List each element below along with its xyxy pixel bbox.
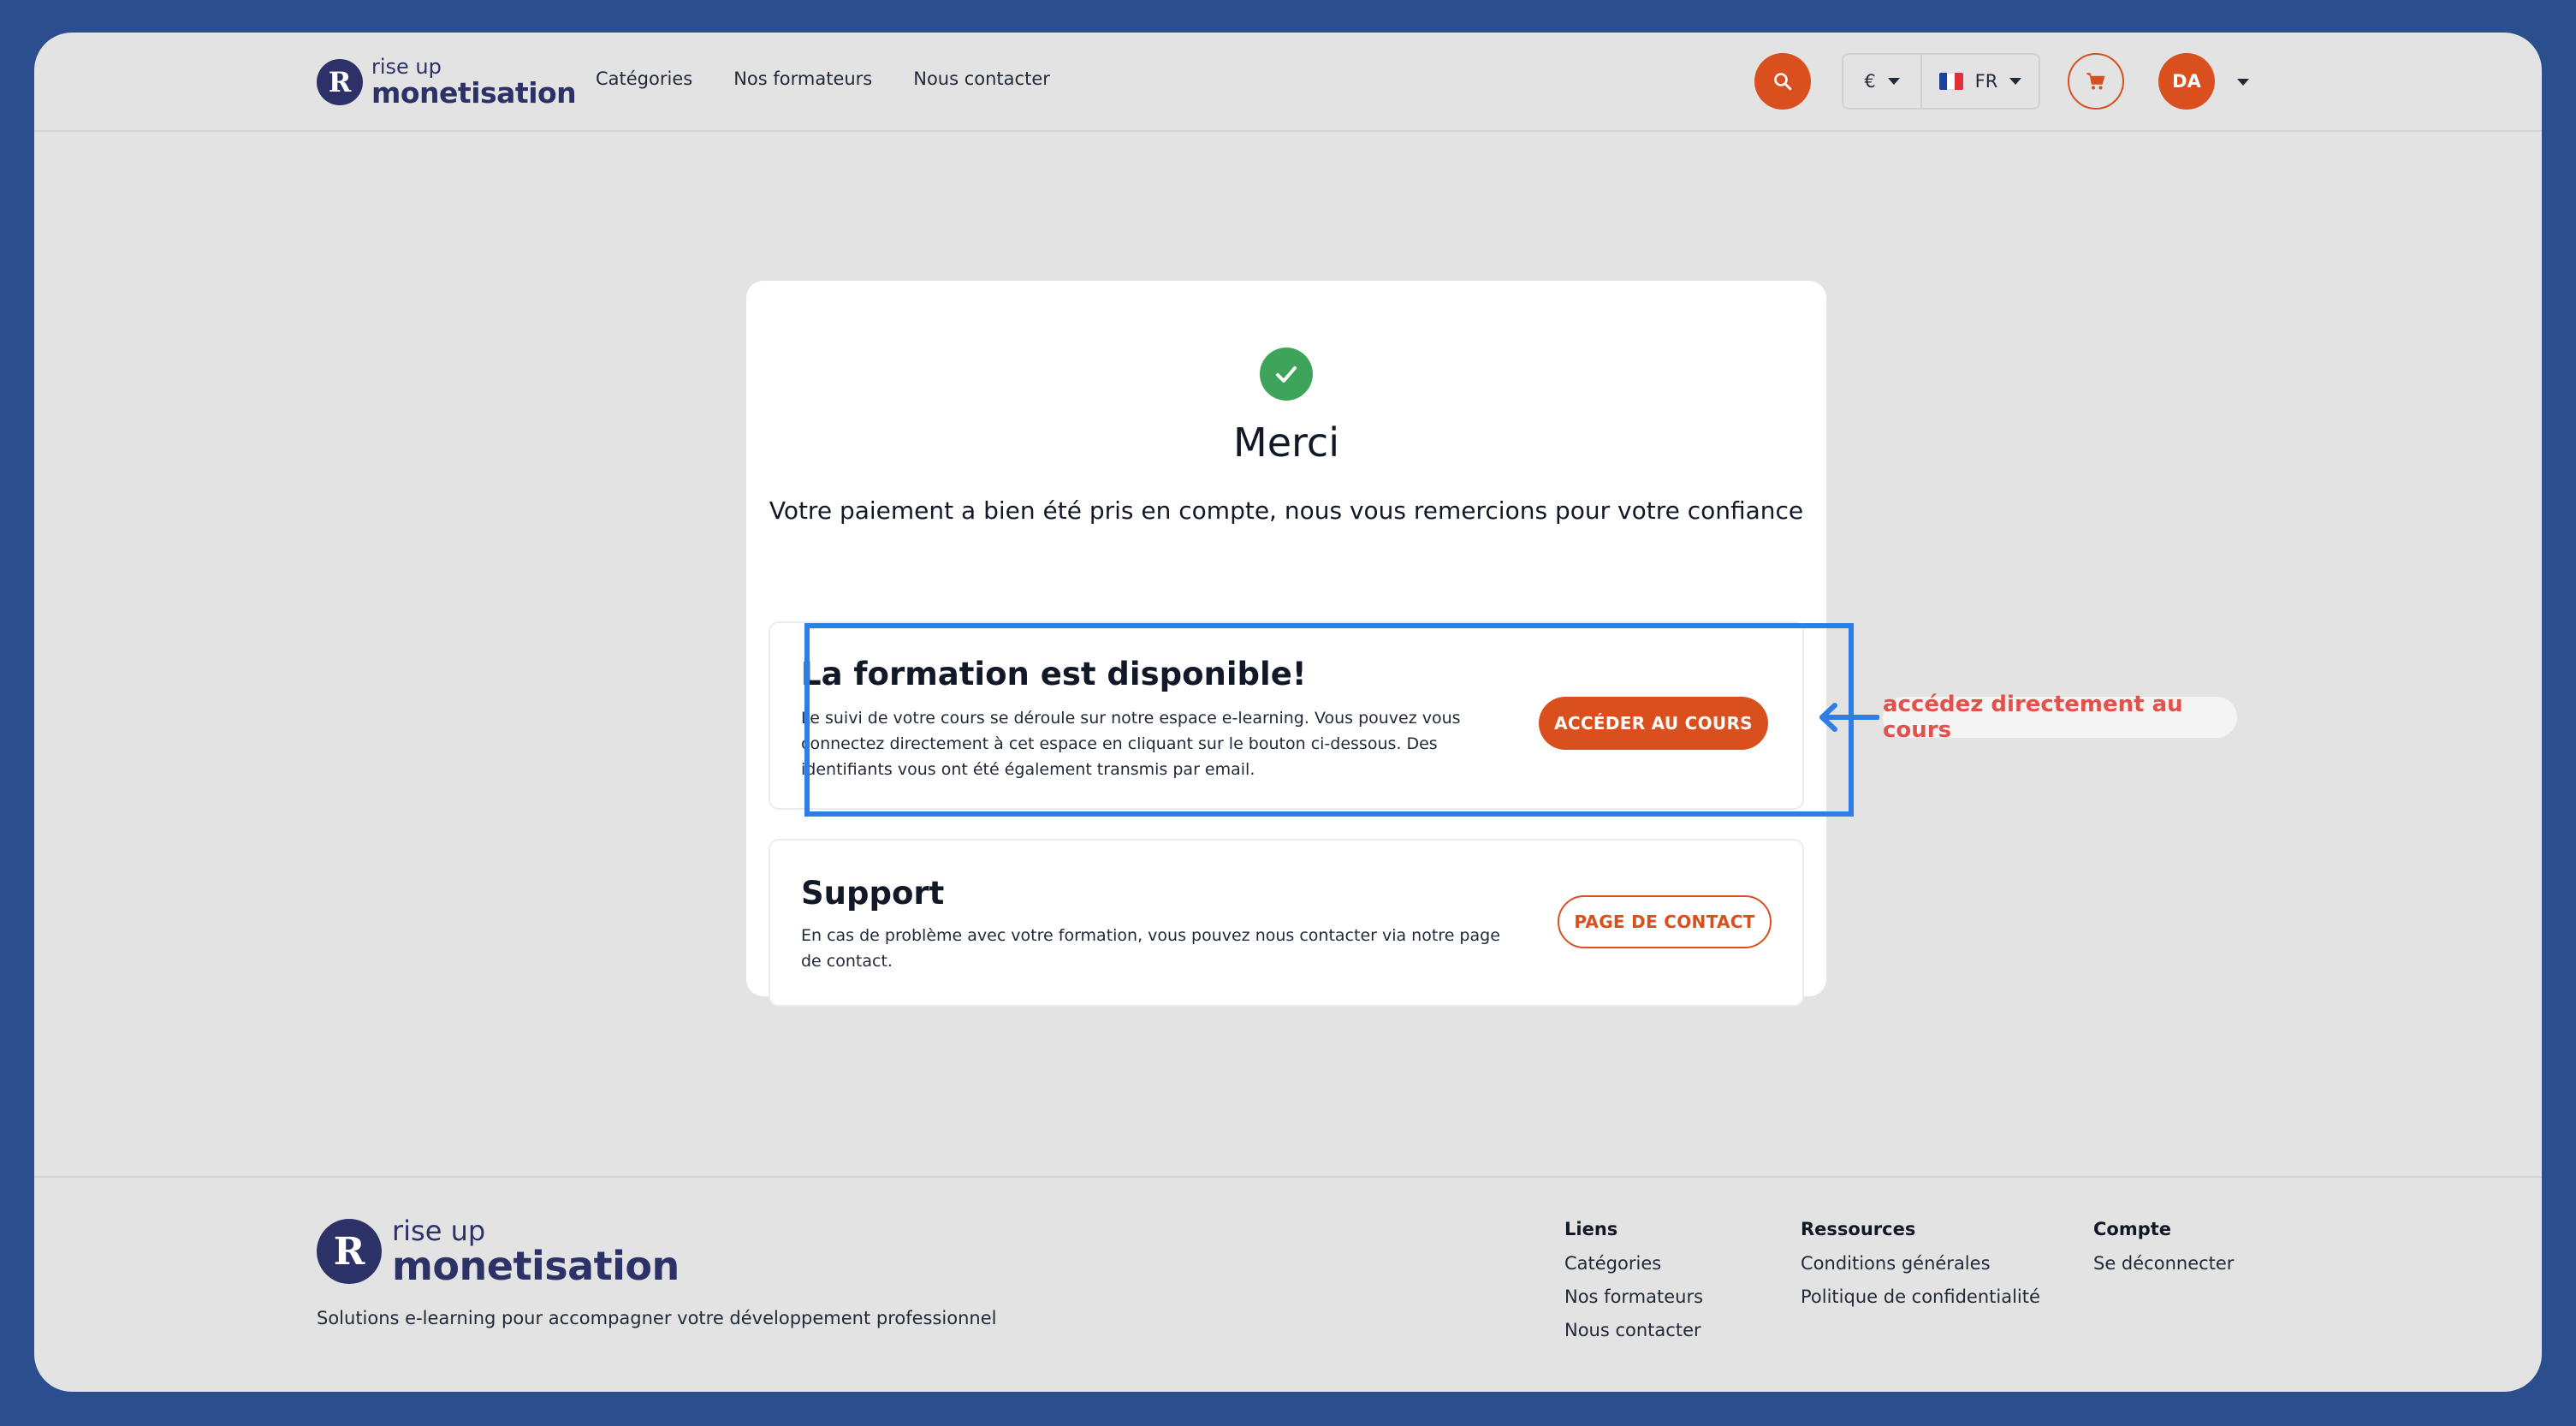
footer-logo[interactable]: R rise up monetisation xyxy=(317,1217,680,1286)
highlight-box xyxy=(804,623,1854,817)
chevron-down-icon[interactable] xyxy=(2237,79,2249,86)
footer-column-title: Ressources xyxy=(1801,1219,1916,1239)
currency-value: € xyxy=(1864,71,1876,92)
page-title: Merci xyxy=(1233,419,1339,466)
france-flag-icon xyxy=(1938,73,1963,90)
footer-link-privacy[interactable]: Politique de confidentialité xyxy=(1801,1286,2040,1307)
footer-column-account: Compte Se déconnecter xyxy=(2093,1219,2234,1286)
support-panel: Support En cas de problème avec votre fo… xyxy=(769,839,1804,1007)
arrow-left-icon xyxy=(1819,703,1879,732)
footer-link-terms[interactable]: Conditions générales xyxy=(1801,1253,2040,1274)
support-panel-text: En cas de problème avec votre formation,… xyxy=(801,926,1500,971)
footer-tagline: Solutions e-learning pour accompagner vo… xyxy=(317,1308,997,1328)
footer-column-title: Liens xyxy=(1564,1219,1618,1239)
brand-name-bottom: monetisation xyxy=(371,76,577,110)
brand-logo-icon: R xyxy=(317,1219,382,1284)
footer-link-logout[interactable]: Se déconnecter xyxy=(2093,1253,2234,1274)
annotation-callout: accédez directement au cours xyxy=(1883,692,2237,743)
header-logo[interactable]: R rise up monetisation xyxy=(317,55,577,110)
language-value: FR xyxy=(1974,71,1998,92)
cart-icon xyxy=(2086,73,2105,90)
brand-name-top: rise up xyxy=(371,55,442,79)
chevron-down-icon xyxy=(1887,78,1900,85)
nav-trainers[interactable]: Nos formateurs xyxy=(733,68,872,89)
footer-link-categories[interactable]: Catégories xyxy=(1564,1253,1703,1274)
brand-name-top: rise up xyxy=(392,1215,486,1247)
site-header: R rise up monetisation Catégories Nos fo… xyxy=(34,33,2542,132)
contact-page-button[interactable]: PAGE DE CONTACT xyxy=(1558,895,1772,948)
cart-button[interactable] xyxy=(2068,53,2124,110)
main-nav: Catégories Nos formateurs Nous contacter xyxy=(596,68,1050,89)
footer-column-title: Compte xyxy=(2093,1219,2172,1239)
brand-name-bottom: monetisation xyxy=(392,1243,680,1289)
success-check-icon xyxy=(1260,348,1313,401)
site-footer: R rise up monetisation Solutions e-learn… xyxy=(34,1176,2542,1392)
brand-logo-icon: R xyxy=(317,58,363,105)
locale-selectors: € FR xyxy=(1842,53,2040,110)
footer-column-resources: Ressources Conditions générales Politiqu… xyxy=(1801,1219,2040,1320)
language-select[interactable]: FR xyxy=(1922,55,2039,108)
chevron-down-icon xyxy=(2009,78,2022,85)
currency-select[interactable]: € xyxy=(1843,55,1922,108)
search-button[interactable] xyxy=(1754,53,1811,110)
footer-column-links: Liens Catégories Nos formateurs Nous con… xyxy=(1564,1219,1703,1353)
search-icon xyxy=(1774,73,1792,91)
nav-contact[interactable]: Nous contacter xyxy=(913,68,1050,89)
nav-categories[interactable]: Catégories xyxy=(596,68,692,89)
footer-link-trainers[interactable]: Nos formateurs xyxy=(1564,1286,1703,1307)
footer-link-contact[interactable]: Nous contacter xyxy=(1564,1320,1703,1340)
user-avatar[interactable]: DA xyxy=(2158,53,2215,110)
brand-name: rise up monetisation xyxy=(371,55,577,110)
browser-window: R rise up monetisation Catégories Nos fo… xyxy=(34,33,2542,1392)
brand-name: rise up monetisation xyxy=(392,1217,680,1286)
support-panel-title: Support xyxy=(801,875,945,912)
confirmation-message: Votre paiement a bien été pris en compte… xyxy=(769,496,1804,525)
